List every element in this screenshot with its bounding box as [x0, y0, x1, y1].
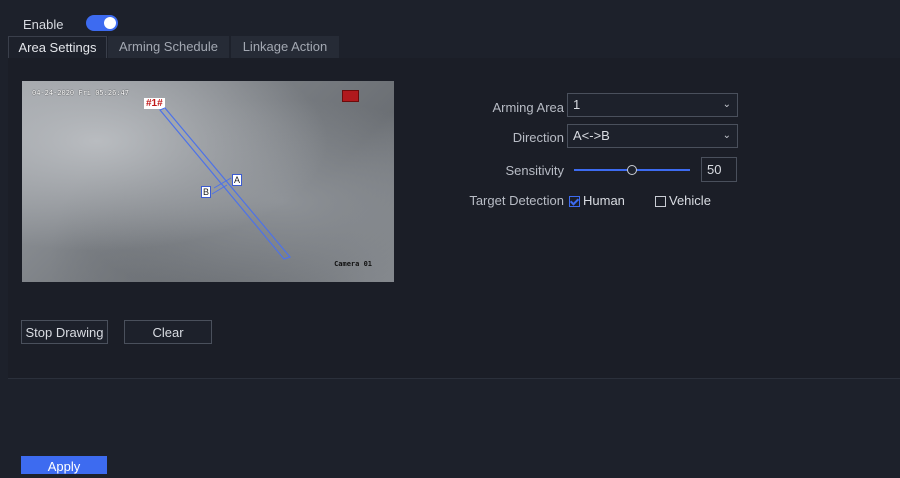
camera-name-osd: Camera 01 [334, 260, 372, 268]
line-crossing-overlay [159, 107, 292, 260]
tab-linkage-action[interactable]: Linkage Action [231, 36, 339, 58]
direction-label: Direction [512, 130, 564, 145]
section-divider [8, 378, 900, 379]
chevron-down-icon: ⌄ [722, 99, 731, 110]
tab-arming-schedule[interactable]: Arming Schedule [108, 36, 229, 58]
stop-drawing-button[interactable]: Stop Drawing [21, 320, 108, 344]
target-detection-label: Target Detection [469, 193, 564, 208]
apply-button[interactable]: Apply [21, 456, 107, 474]
tab-area-settings[interactable]: Area Settings [8, 36, 107, 59]
sensitivity-value-input[interactable]: 50 [701, 157, 737, 182]
chevron-down-icon: ⌄ [722, 130, 731, 141]
top-bar: Enable [0, 0, 900, 36]
vehicle-checkbox[interactable] [655, 196, 666, 207]
enable-label: Enable [23, 17, 64, 32]
arming-area-label: Arming Area [492, 100, 564, 115]
toggle-knob [104, 17, 116, 29]
direction-value: A<->B [573, 128, 610, 143]
arming-area-value: 1 [573, 97, 581, 112]
human-label: Human [583, 193, 625, 208]
video-preview[interactable]: 04-24-2020 Fri 05:26:47 #1# A B Camera 0… [22, 81, 394, 282]
sensitivity-label: Sensitivity [505, 163, 564, 178]
direction-arrow-2 [211, 184, 228, 195]
direction-select[interactable]: A<->B ⌄ [567, 124, 738, 148]
crossing-line[interactable] [159, 107, 292, 260]
vehicle-label: Vehicle [669, 193, 711, 208]
sensitivity-slider-thumb[interactable] [627, 165, 637, 175]
clear-button[interactable]: Clear [124, 320, 212, 344]
tab-bar: Area Settings Arming Schedule Linkage Ac… [8, 36, 900, 59]
enable-toggle[interactable] [86, 15, 118, 31]
arming-area-select[interactable]: 1 ⌄ [567, 93, 738, 117]
direction-a-label: A [232, 174, 243, 186]
human-checkbox[interactable] [569, 196, 580, 207]
direction-b-label: B [201, 186, 212, 198]
